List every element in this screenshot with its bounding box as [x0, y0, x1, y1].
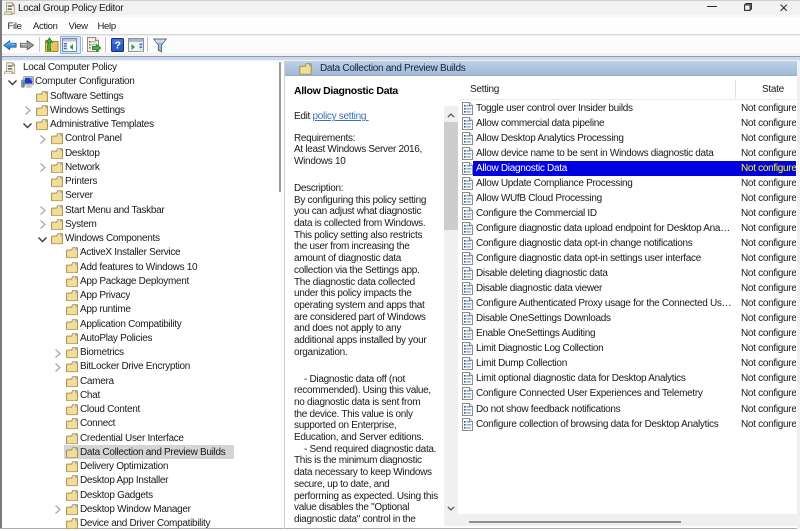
svg-text:?: ? — [114, 40, 120, 52]
